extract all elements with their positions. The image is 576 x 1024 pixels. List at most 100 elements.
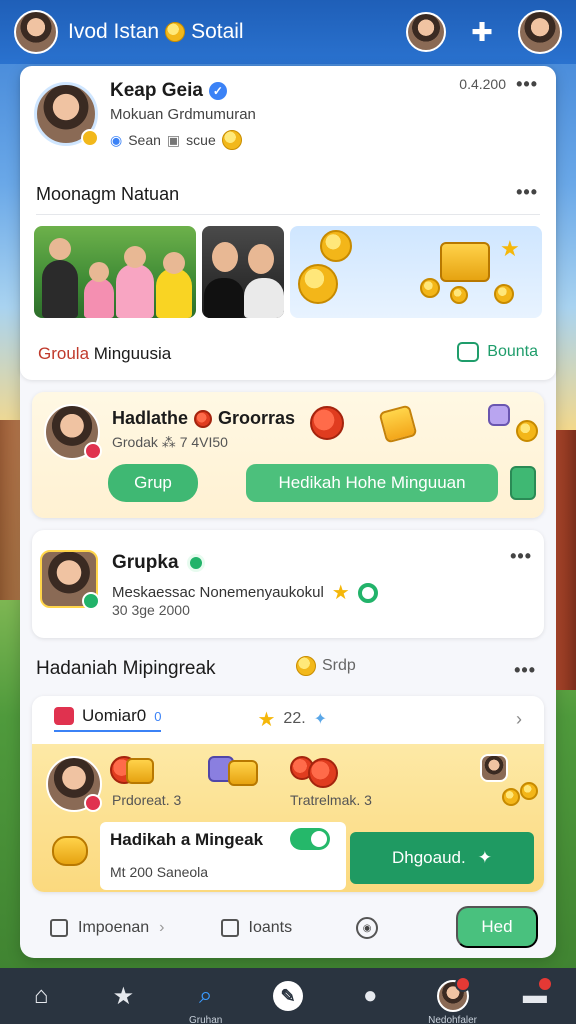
coin-icon [165,22,186,42]
reward-title: Hadlathe Groorras [112,408,295,429]
reward-avatar[interactable] [44,404,102,460]
group-photo-family[interactable] [34,226,196,318]
weekly-reward-box[interactable]: Hadikah a Mingeak Mt 200 Saneola [100,822,346,890]
section-more-icon[interactable]: ••• [516,182,538,203]
nav-create[interactable]: ✎ [268,968,308,1024]
reward-toy-icon [310,406,344,440]
flame-icon [194,409,213,428]
group-button[interactable]: Grup [108,464,198,502]
profile-card: Keap Geia ✓ Mokuan Grdmumuran ◉ Sean ▣ s… [20,66,556,380]
weekly-tab-count: 0 [154,708,162,724]
reward-subtitle: Grodak ⁂ 7 4VI50 [112,434,228,450]
coin-icon [502,788,520,806]
divider [36,214,540,215]
coins-illustration[interactable]: ★ [290,226,542,318]
weekly-card: Uomiar0 0 ★ 22. ✦ › Prdoreat. 3 Tratrelm… [32,696,544,892]
active-icon [186,554,205,572]
folder-icon [50,919,68,937]
weekly-box-subtitle: Mt 200 Saneola [110,864,209,880]
weekly-more-icon[interactable]: ••• [514,660,536,681]
more-options-icon[interactable]: ••• [516,74,538,95]
coin-icon [221,130,242,150]
group-title: Grupka [112,552,205,574]
star-count: 22. [283,710,306,727]
feed-panel: Keap Geia ✓ Mokuan Grdmumuran ◉ Sean ▣ s… [20,66,556,958]
profile-subtitle: Mokuan Grdmumuran [110,106,256,123]
claim-button[interactable]: Dhgoaud. ✦ [350,832,534,884]
weekly-section-title: Hadaniah Mipingreak [36,658,216,679]
claim-button-label: Dhgoaud. [392,848,466,867]
profile-card-avatar[interactable] [34,82,99,147]
group-title-text: Grupka [112,552,179,573]
weekly-coin[interactable]: Srdp [296,656,356,676]
nav-search[interactable]: ⌕ Gruhan [186,968,226,1024]
profile-avatar[interactable] [518,10,562,54]
puzzle-icon[interactable]: ✚ [468,17,496,48]
profile-meta-text: Sean [128,132,161,148]
friend-thumbnail[interactable] [480,754,508,782]
badge-icon: ★ [112,982,135,1010]
bonus-link-label: Bounta [487,343,538,360]
send-button[interactable]: Hed [456,906,538,948]
group-avatar[interactable] [40,550,100,610]
weekly-tab[interactable]: Uomiar0 0 [54,706,162,732]
chevron-right-icon[interactable]: › [516,709,522,730]
nav-people[interactable]: ● [350,968,390,1024]
weekly-label-left: Prdoreat. 3 [112,792,182,808]
group-card: Grupka Meskaessac Nonemenyaukokul ★ 30 3… [32,530,544,638]
nav-badge[interactable]: ★ [103,968,143,1024]
nav-home[interactable]: ⌂ [21,968,61,1024]
gold-stack-icon [52,836,88,866]
weekly-label-right: Tratrelmak. 3 [290,792,372,808]
group-label-rest: Minguusia [89,344,172,363]
notification-dot-icon [454,976,471,992]
app-title-suffix: Sotail [191,20,244,43]
reward-title-text: Hadlathe [112,408,189,428]
reward-toggle[interactable] [290,828,330,850]
background-building-left [0,420,22,600]
nav-messages[interactable]: ▬ [515,968,555,1024]
action-item-2[interactable]: Ioants [220,919,292,937]
group-photo-friends[interactable] [202,226,284,318]
profile-name: Keap Geia [110,80,203,101]
weekly-box-title: Hadikah a Mingeak [110,830,264,849]
bookmark-icon: ▣ [166,131,181,148]
profile-name-row: Keap Geia ✓ [110,80,227,102]
nav-search-label: Gruhan [189,1015,223,1024]
gift-icon: ✦ [477,848,492,867]
coin-icon [296,656,316,676]
group-date: 30 3ge 2000 [112,602,190,618]
group-more-icon[interactable]: ••• [510,546,532,567]
friend-avatar[interactable] [406,12,446,52]
person-icon: ● [363,982,378,1009]
profile-meta: ◉ Sean ▣ scue [110,130,242,150]
action-emoji[interactable]: ◉ [356,917,379,939]
app-title-text: Ivod Istan [68,20,160,43]
bonus-link[interactable]: Bounta [457,342,538,362]
notification-badge-icon [84,794,102,812]
chat-icon [457,342,480,362]
notification-dot-icon [536,976,553,992]
group-label[interactable]: Groula Minguusia [38,344,171,364]
star-icon: ★ [331,582,350,604]
weekly-avatar[interactable] [46,756,102,812]
weekly-card-body: Prdoreat. 3 Tratrelmak. 3 Hadikah a Ming… [32,744,544,892]
location-icon: ◉ [110,131,123,148]
star-icon: ★ [257,708,276,731]
gift-icon[interactable] [510,466,536,500]
calendar-icon [54,707,74,725]
action-row: Impoenan › Ioants ◉ Hed [20,904,556,952]
status-ring-icon [357,582,378,603]
nav-profile[interactable]: Nedohfaler [428,968,477,1024]
section-title: Moonagm Natuan [36,184,180,204]
top-app-bar: Ivod Istan Sotail ✚ [0,0,576,64]
coin-icon [520,782,538,800]
coin-icon [516,420,538,442]
notification-badge-icon [84,442,102,460]
action-item-1[interactable]: Impoenan › [50,919,165,937]
weekly-reward-button[interactable]: Hedikah Hohe Minguuan [246,464,498,502]
user-avatar[interactable] [14,10,58,54]
weekly-tab-label: Uomiar0 [82,706,147,725]
weekly-coin-label: Srdp [322,657,356,674]
online-status-icon [82,592,100,610]
